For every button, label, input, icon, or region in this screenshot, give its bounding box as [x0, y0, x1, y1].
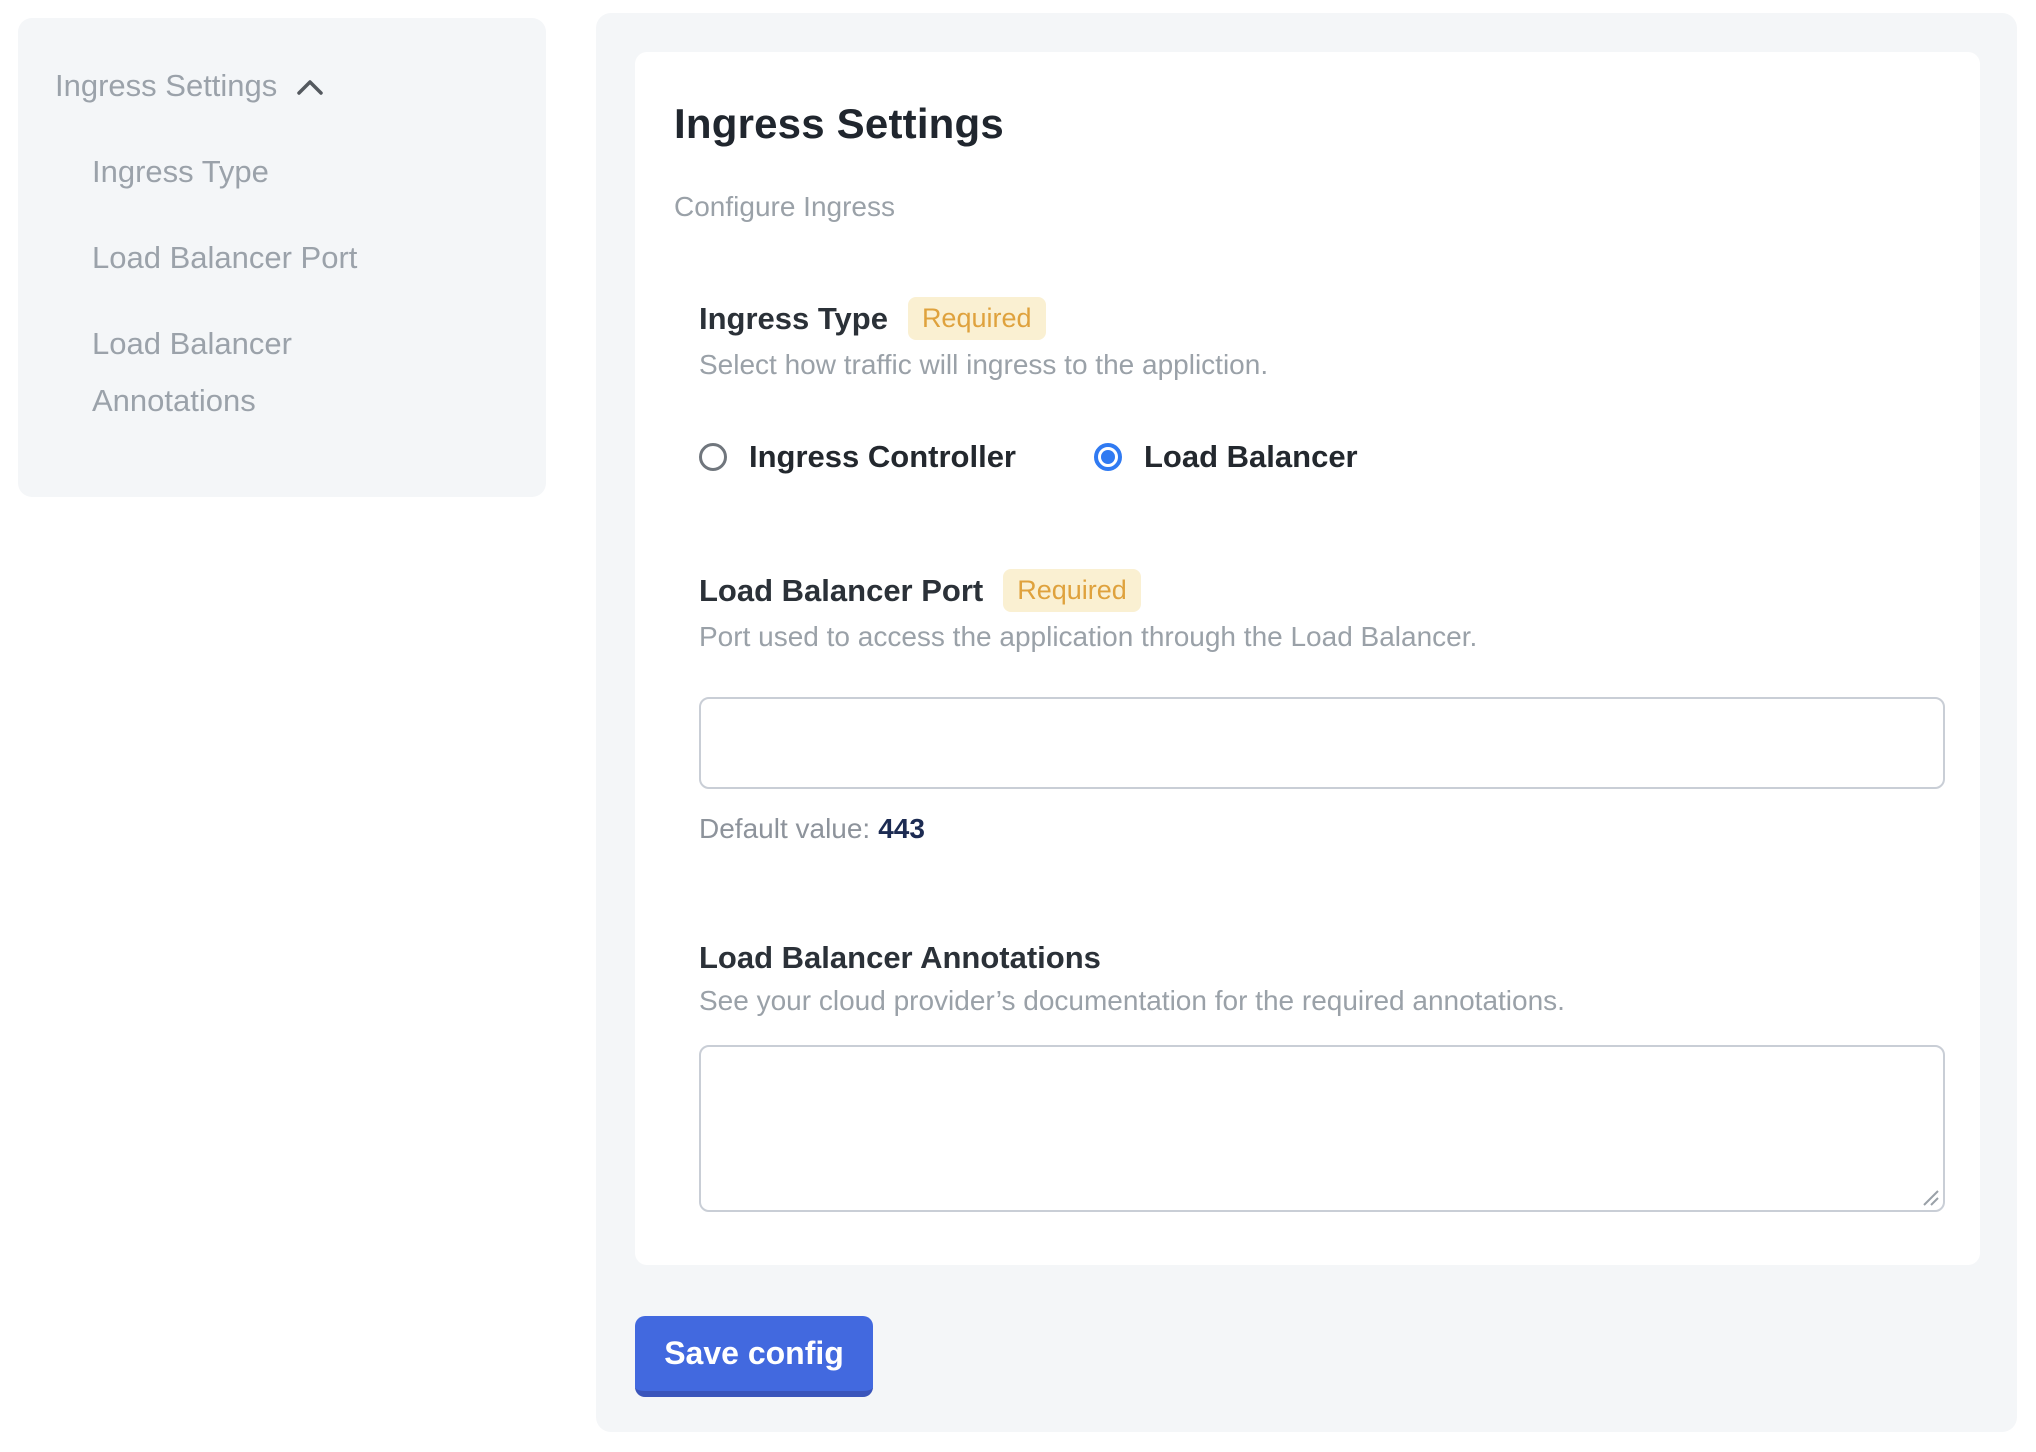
required-badge: Required — [908, 297, 1046, 340]
sidebar-item-ingress-type[interactable]: Ingress Type — [92, 143, 422, 200]
page-title: Ingress Settings — [674, 100, 1945, 147]
ingress-type-label: Ingress Type — [699, 300, 888, 337]
load-balancer-port-input[interactable] — [699, 697, 1945, 789]
radio-option-load-balancer[interactable]: Load Balancer — [1094, 439, 1358, 475]
default-value-label: Default value: — [699, 813, 870, 844]
load-balancer-port-description: Port used to access the application thro… — [699, 621, 1945, 653]
required-badge: Required — [1003, 569, 1141, 612]
annotations-textarea-wrap — [699, 1045, 1945, 1212]
page-subtitle: Configure Ingress — [674, 191, 1945, 223]
load-balancer-annotations-label: Load Balancer Annotations — [699, 939, 1101, 976]
load-balancer-port-section: Load Balancer Port Required Port used to… — [699, 569, 1945, 845]
load-balancer-port-label: Load Balancer Port — [699, 572, 983, 609]
sidebar-item-load-balancer-port[interactable]: Load Balancer Port — [92, 229, 422, 286]
ingress-settings-panel: Ingress Settings Configure Ingress Ingre… — [596, 13, 2017, 1432]
load-balancer-annotations-section: Load Balancer Annotations See your cloud… — [699, 939, 1945, 1212]
chevron-up-icon[interactable] — [293, 76, 327, 100]
radio-dot — [1101, 450, 1115, 464]
sidebar-item-list: Ingress Type Load Balancer Port Load Bal… — [55, 143, 516, 429]
ingress-type-description: Select how traffic will ingress to the a… — [699, 349, 1945, 381]
ingress-type-radio-group: Ingress Controller Load Balancer — [699, 439, 1945, 475]
load-balancer-annotations-description: See your cloud provider’s documentation … — [699, 985, 1945, 1017]
settings-sidebar: Ingress Settings Ingress Type Load Balan… — [18, 18, 546, 497]
default-value: 443 — [878, 813, 925, 844]
ingress-type-section: Ingress Type Required Select how traffic… — [699, 297, 1945, 475]
radio-selected-icon[interactable] — [1094, 443, 1122, 471]
resize-grip-icon[interactable] — [1918, 1185, 1940, 1207]
radio-unselected-icon[interactable] — [699, 443, 727, 471]
radio-dot — [706, 450, 720, 464]
ingress-settings-card: Ingress Settings Configure Ingress Ingre… — [635, 52, 1980, 1265]
radio-option-ingress-controller[interactable]: Ingress Controller — [699, 439, 1016, 475]
sidebar-item-load-balancer-annotations[interactable]: Load Balancer Annotations — [92, 315, 422, 429]
radio-label: Load Balancer — [1144, 439, 1358, 475]
load-balancer-annotations-textarea[interactable] — [699, 1045, 1945, 1212]
default-value-row: Default value: 443 — [699, 813, 1945, 845]
radio-label: Ingress Controller — [749, 439, 1016, 475]
save-config-button[interactable]: Save config — [635, 1316, 873, 1397]
sidebar-section-ingress-settings[interactable]: Ingress Settings — [55, 57, 516, 114]
sidebar-section-label: Ingress Settings — [55, 57, 277, 114]
